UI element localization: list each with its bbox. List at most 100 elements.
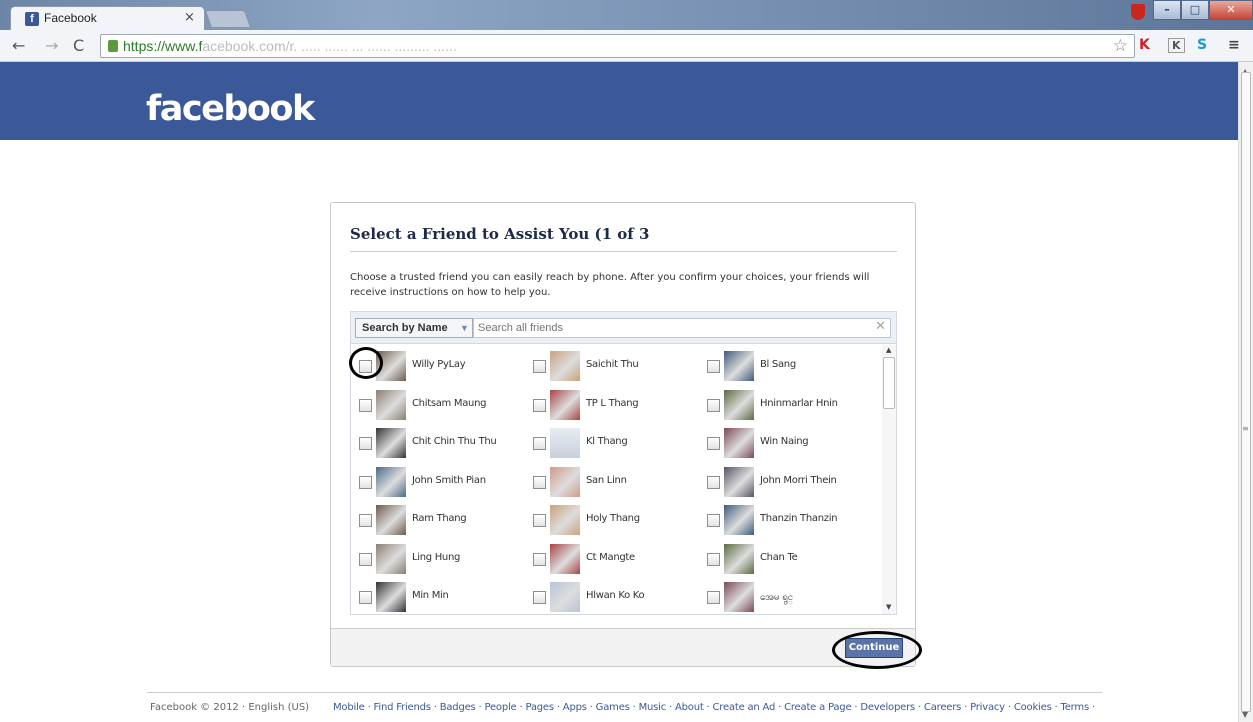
address-bar[interactable]: https://www.facebook.com/r. ..... ......… (100, 34, 1135, 58)
footer-copyright[interactable]: Facebook © 2012 · English (US) (150, 702, 309, 713)
friend-name: Chan Te (760, 551, 798, 563)
extension-k-icon[interactable]: K (1168, 38, 1185, 53)
forward-arrow-icon[interactable]: → (45, 36, 58, 55)
friend-search-input[interactable] (473, 318, 891, 338)
friend-avatar (550, 389, 580, 420)
friend-item[interactable]: Hlwan Ko Ko (533, 581, 703, 613)
friend-avatar (724, 505, 754, 535)
friend-checkbox[interactable] (707, 475, 720, 489)
friend-item[interactable]: Chan Te (707, 543, 877, 575)
dialog-description: Choose a trusted friend you can easily r… (350, 272, 870, 298)
friend-checkbox[interactable] (533, 552, 546, 566)
friend-name: Win Naing (760, 436, 809, 447)
friend-checkbox[interactable] (533, 360, 546, 373)
friend-checkbox[interactable] (359, 514, 372, 527)
friend-item[interactable]: Willy PyLay (359, 350, 529, 382)
friend-checkbox[interactable] (533, 398, 546, 412)
friend-name: San Linn (586, 474, 627, 486)
friend-checkbox[interactable] (533, 514, 546, 527)
highlight-circle-annotation (349, 347, 383, 379)
bookmark-star-icon[interactable]: ☆ (1113, 36, 1128, 56)
skype-icon[interactable]: S (1197, 37, 1207, 53)
friend-item[interactable]: Holy Thang (533, 504, 703, 536)
friend-item[interactable]: Saichit Thu (533, 350, 703, 382)
minimize-button[interactable]: – (1153, 0, 1181, 20)
friend-checkbox[interactable] (707, 514, 720, 527)
friend-item[interactable]: Ct Mangte (533, 543, 703, 575)
friend-name: Thanzin Thanzin (760, 513, 838, 524)
friend-list: Willy PyLay Saichit Thu Bl Sang Chitsam Mau… (351, 344, 881, 614)
friend-name: Ram Thang (412, 513, 467, 524)
friend-search-bar: Search by Name ▼ ✕ (351, 312, 896, 344)
reload-icon[interactable]: C (73, 36, 84, 55)
back-arrow-icon[interactable]: ← (12, 36, 25, 55)
friend-checkbox[interactable] (359, 475, 372, 489)
friend-checkbox[interactable] (707, 591, 720, 604)
friend-checkbox[interactable] (707, 360, 720, 373)
search-by-dropdown[interactable]: Search by Name ▼ (355, 318, 473, 338)
scroll-down-icon[interactable]: ▼ (1242, 710, 1248, 719)
friend-name: John Morri Thein (760, 474, 837, 486)
friend-checkbox[interactable] (533, 591, 546, 604)
new-tab-button[interactable] (204, 10, 252, 28)
friend-item[interactable]: Thanzin Thanzin (707, 504, 877, 536)
friend-avatar (550, 543, 580, 574)
lock-icon (108, 40, 118, 52)
clear-search-icon[interactable]: ✕ (875, 319, 886, 334)
page-footer: Facebook © 2012 · English (US) Mobile · … (147, 692, 1102, 713)
friend-item[interactable]: Kl Thang (533, 427, 703, 459)
page-scroll-thumb[interactable] (1241, 72, 1251, 712)
page-scrollbar[interactable]: ▲ ≡ ▼ (1238, 62, 1253, 722)
friend-checkbox[interactable] (533, 475, 546, 489)
facebook-logo[interactable]: facebook (146, 89, 315, 129)
friend-item[interactable]: Min Min (359, 581, 529, 613)
friend-item[interactable]: Ling Hung (359, 543, 529, 575)
friend-avatar (724, 428, 754, 458)
browser-toolbar: ← → C https://www.facebook.com/r. ..... … (0, 30, 1253, 62)
friend-item[interactable]: Chitsam Maung (359, 389, 529, 421)
browser-tab[interactable]: f Facebook × (10, 6, 205, 30)
antivirus-shield-icon (1131, 4, 1145, 20)
maximize-button[interactable]: □ (1181, 0, 1209, 20)
friend-name: အေမ ရွင္ (760, 592, 793, 603)
scroll-up-icon[interactable]: ▲ (886, 346, 891, 354)
friend-checkbox[interactable] (359, 552, 372, 566)
friend-name: Bl Sang (760, 359, 796, 370)
friend-avatar (550, 428, 580, 458)
window-close-button[interactable]: ✕ (1209, 0, 1253, 20)
friend-checkbox[interactable] (707, 437, 720, 450)
dialog-footer: Continue (331, 628, 915, 666)
menu-icon[interactable]: ≡ (1228, 37, 1240, 53)
friend-item[interactable]: John Morri Thein (707, 466, 877, 498)
friend-avatar (724, 543, 754, 574)
url-text: https://www.facebook.com/r. ..... ......… (123, 38, 457, 54)
friend-name: Ling Hung (412, 551, 461, 563)
tab-close-icon[interactable]: × (184, 10, 195, 25)
friend-avatar (724, 351, 754, 381)
friend-list-scroll-thumb[interactable] (883, 357, 895, 409)
friend-checkbox[interactable] (359, 591, 372, 604)
friend-list-scrollbar[interactable]: ▲ ▼ (882, 345, 896, 614)
friend-item[interactable]: Win Naing (707, 427, 877, 459)
friend-item[interactable]: Chit Chin Thu Thu (359, 427, 529, 459)
friend-avatar (376, 543, 406, 574)
friend-checkbox[interactable] (533, 437, 546, 450)
friend-item[interactable]: Bl Sang (707, 350, 877, 382)
friend-checkbox[interactable] (359, 398, 372, 412)
scroll-down-icon[interactable]: ▼ (886, 603, 891, 611)
kaspersky-icon[interactable]: K (1139, 37, 1150, 53)
window-controls: – □ ✕ (1153, 0, 1253, 21)
friend-item[interactable]: San Linn (533, 466, 703, 498)
footer-links[interactable]: Mobile · Find Friends · Badges · People … (333, 702, 1095, 713)
friend-item[interactable]: TP L Thang (533, 389, 703, 421)
friend-avatar (550, 466, 580, 497)
friend-item[interactable]: Ram Thang (359, 504, 529, 536)
friend-item[interactable]: အေမ ရွင္ (707, 581, 877, 613)
friend-avatar (376, 505, 406, 535)
friend-checkbox[interactable] (707, 398, 720, 412)
friend-item[interactable]: Hninmarlar Hnin (707, 389, 877, 421)
friend-checkbox[interactable] (359, 437, 372, 450)
friend-checkbox[interactable] (707, 552, 720, 566)
friend-item[interactable]: John Smith Pian (359, 466, 529, 498)
friend-name: Ct Mangte (586, 551, 635, 563)
